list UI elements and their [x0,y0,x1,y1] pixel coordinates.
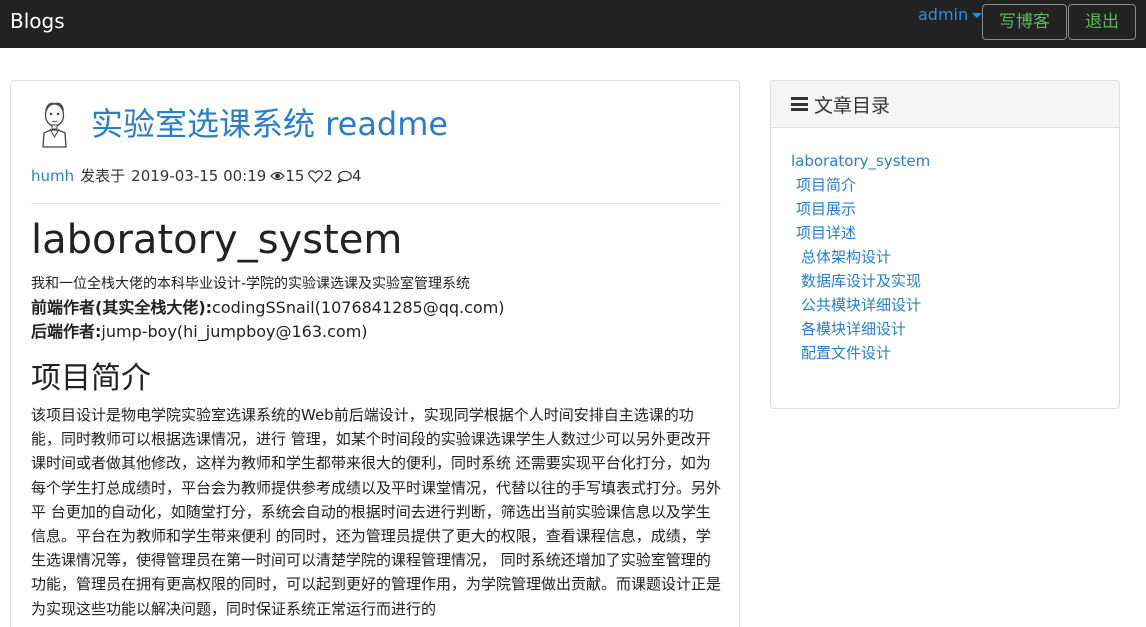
comment-icon[interactable] [336,170,352,183]
top-navbar: Blogs admin 写博客 退出 [0,0,1146,48]
write-blog-button[interactable]: 写博客 [982,4,1067,40]
toc-item-laboratory-system[interactable]: laboratory_system [791,149,930,173]
posted-label: 发表于 [80,167,126,185]
author-avatar[interactable] [37,99,71,149]
toc-item-config-files[interactable]: 配置文件设计 [791,341,930,365]
toc-item-module-details[interactable]: 各模块详细设计 [791,317,930,341]
heart-icon[interactable] [308,169,324,183]
content-heading-1: laboratory_system [31,217,403,263]
backend-author-line: 后端作者:jump-boy(hi_jumpboy@163.com) [31,320,368,344]
caret-down-icon [972,12,983,18]
logout-button[interactable]: 退出 [1068,4,1136,40]
toc-item-architecture[interactable]: 总体架构设计 [791,245,930,269]
list-icon [791,97,808,111]
toc-item-project-showcase[interactable]: 项目展示 [791,197,930,221]
toc-item-common-modules[interactable]: 公共模块详细设计 [791,293,930,317]
toc-list: laboratory_system 项目简介 项目展示 项目详述 总体架构设计 … [791,149,930,365]
toc-title: 文章目录 [814,94,891,117]
toc-item-database[interactable]: 数据库设计及实现 [791,269,930,293]
toc-item-project-intro[interactable]: 项目简介 [791,173,930,197]
comment-count: 4 [351,167,362,185]
toc-header: 文章目录 [771,81,1119,128]
intro-body-paragraph: 该项目设计是物电学院实验室选课系统的Web前后端设计，实现同学根据个人时间安排自… [31,406,722,618]
toc-panel: 文章目录 laboratory_system 项目简介 项目展示 项目详述 总体… [770,80,1120,409]
backend-author-value: jump-boy(hi_jumpboy@163.com) [101,322,368,341]
avatar-icon [42,102,67,148]
frontend-author-value: codingSSnail(1076841285@qq.com) [212,298,505,317]
article-meta: humh 发表于 2019-03-15 00:19 15 2 4 [31,165,362,187]
article-panel: 实验室选课系统 readme humh 发表于 2019-03-15 00:19… [10,80,740,627]
content-heading-2: 项目简介 [31,361,151,396]
user-name: admin [918,5,969,24]
post-datetime: 2019-03-15 00:19 [131,167,267,185]
like-count: 2 [323,167,333,185]
brand-link[interactable]: Blogs [10,8,65,34]
eye-icon [270,170,286,182]
backend-author-label: 后端作者: [31,322,102,341]
frontend-author-label: 前端作者(其实全栈大佬): [31,298,213,317]
intro-paragraph: 我和一位全栈大佬的本科毕业设计-学院的实验课选课及实验室管理系统 [31,276,471,292]
meta-divider [31,203,721,204]
user-dropdown[interactable]: admin [918,4,983,26]
author-link[interactable]: humh [31,165,74,187]
view-count: 15 [285,167,305,185]
frontend-author-line: 前端作者(其实全栈大佬):codingSSnail(1076841285@qq.… [31,296,505,320]
toc-item-project-details[interactable]: 项目详述 [791,221,930,245]
article-title[interactable]: 实验室选课系统 readme [91,103,448,145]
